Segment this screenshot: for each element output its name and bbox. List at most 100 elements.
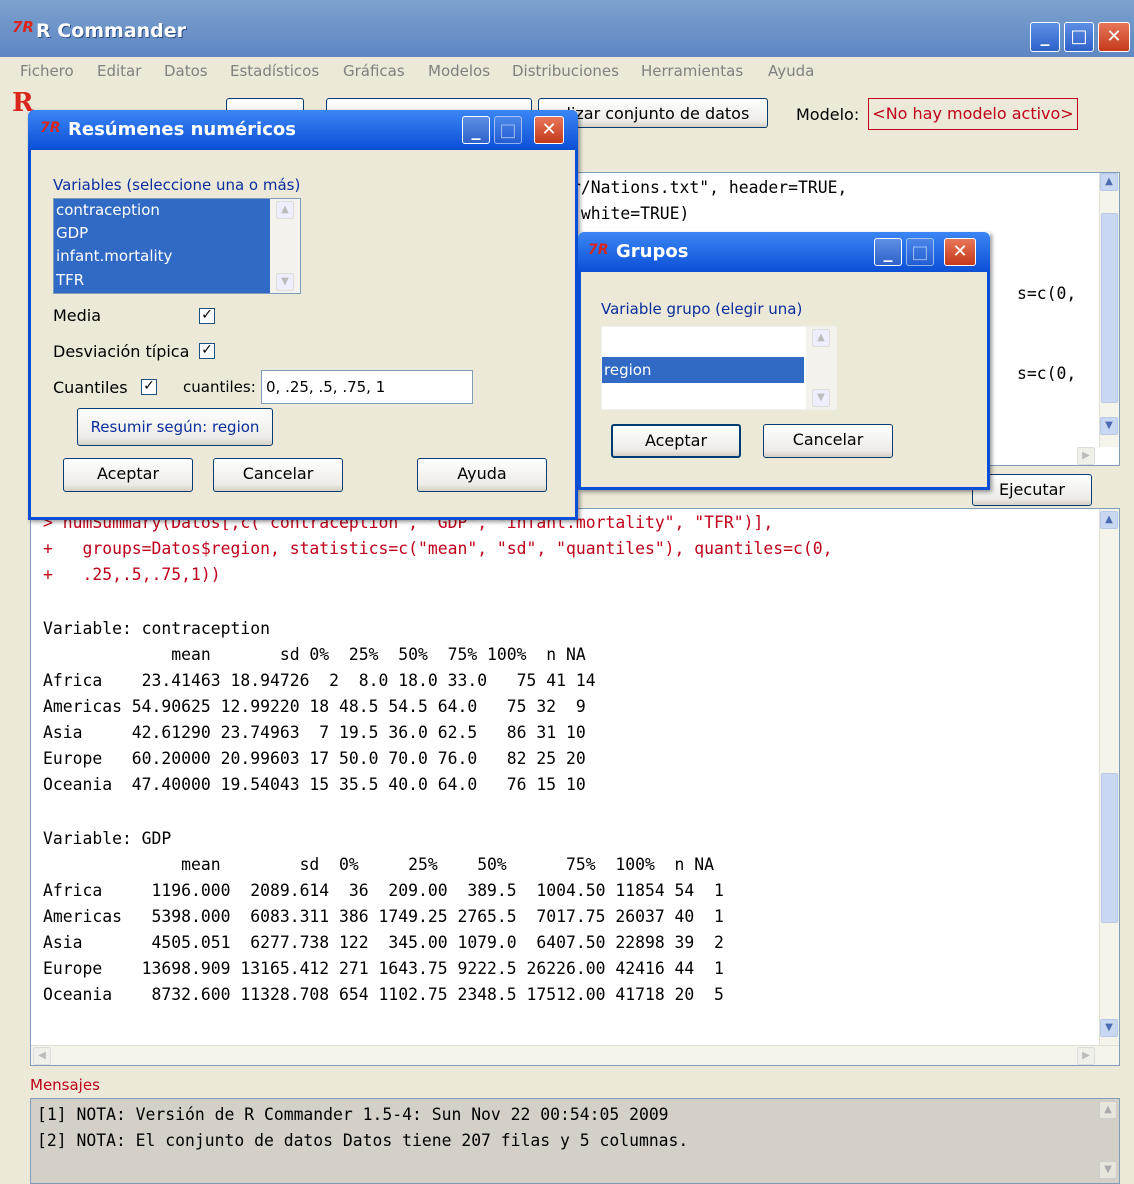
table-row: Asia 42.61290 23.74963 7 19.5 36.0 62.5 … (43, 723, 586, 742)
script-line-2: .white=TRUE) (571, 204, 690, 223)
scroll-down-icon[interactable]: ▼ (812, 389, 830, 407)
list-item[interactable]: TFR (54, 268, 270, 293)
variables-label: Variables (seleccione una o más) (53, 176, 301, 194)
close-button[interactable]: ✕ (1098, 22, 1130, 52)
sd-checkbox[interactable]: ✓ (199, 343, 215, 359)
quantiles-checkbox[interactable]: ✓ (141, 379, 157, 395)
output-window[interactable]: > numSummary(Datos[,c("contraception", "… (30, 508, 1120, 1066)
script-line-4: s=c(0, (1017, 364, 1077, 383)
summarize-by-group-button[interactable]: Resumir según: region (77, 408, 273, 446)
script-line-3: s=c(0, (1017, 284, 1077, 303)
output-scrollbar[interactable]: ▲ ▼ (1099, 509, 1119, 1045)
table-row: Africa 1196.000 2089.614 36 209.00 389.5… (43, 881, 724, 900)
variables-listbox[interactable]: contraception GDP infant.mortality TFR ▲… (53, 198, 301, 294)
variables-scrollbar[interactable]: ▲ ▼ (270, 199, 300, 293)
group-scrollbar[interactable]: ▲ ▼ (806, 327, 836, 409)
r-logo-icon: 7R (12, 18, 34, 36)
scroll-left-icon[interactable]: ◀ (33, 1047, 51, 1065)
maximize-button[interactable]: □ (906, 238, 934, 266)
table-row: Oceania 47.40000 19.54043 15 35.5 40.0 6… (43, 775, 586, 794)
table-row: Asia 4505.051 6277.738 122 345.00 1079.0… (43, 933, 724, 952)
output-heading-gdp: Variable: GDP (43, 829, 172, 848)
group-variable-label: Variable grupo (elegir una) (601, 300, 803, 318)
maximize-button[interactable]: □ (494, 116, 522, 144)
ok-button[interactable]: Aceptar (63, 458, 193, 492)
scroll-up-icon[interactable]: ▲ (1100, 173, 1118, 191)
menu-editar[interactable]: Editar (97, 62, 141, 80)
quantiles-label: Cuantiles (53, 378, 128, 397)
scroll-up-icon[interactable]: ▲ (276, 201, 294, 219)
numeric-summaries-dialog: 7R Resúmenes numéricos _ □ ✕ Variables (… (28, 110, 578, 520)
output-hscrollbar[interactable]: ◀ ▶ (31, 1045, 1119, 1065)
window-title: R Commander (36, 20, 187, 42)
command-line-3: + .25,.5,.75,1)) (43, 565, 221, 584)
output-heading-contraception: Variable: contraception (43, 619, 270, 638)
scroll-down-icon[interactable]: ▼ (1100, 417, 1118, 435)
table-row: Europe 60.20000 20.99603 17 50.0 70.0 76… (43, 749, 586, 768)
maximize-button[interactable]: □ (1064, 22, 1094, 52)
scroll-right-icon[interactable]: ▶ (1077, 1047, 1095, 1065)
list-item[interactable]: infant.mortality (54, 245, 270, 268)
mean-label: Media (53, 306, 102, 325)
scroll-up-icon[interactable]: ▲ (1099, 1101, 1117, 1119)
script-scroll-thumb[interactable] (1101, 213, 1118, 403)
groups-dialog-title: Grupos (616, 241, 689, 262)
list-item[interactable]: contraception (54, 199, 270, 222)
sd-label: Desviación típica (53, 342, 190, 361)
minimize-button[interactable]: _ (874, 238, 902, 266)
active-model-field[interactable]: <No hay modelo activo> (868, 98, 1078, 130)
table-row: Americas 54.90625 12.99220 18 48.5 54.5 … (43, 697, 586, 716)
menu-herramientas[interactable]: Herramientas (641, 62, 743, 80)
close-button[interactable]: ✕ (944, 238, 976, 266)
messages-label: Mensajes (30, 1076, 100, 1094)
output-scroll-thumb[interactable] (1101, 773, 1118, 923)
menu-ayuda[interactable]: Ayuda (768, 62, 814, 80)
ok-button[interactable]: Aceptar (611, 424, 741, 458)
menu-graficas[interactable]: Gráficas (343, 62, 405, 80)
quantiles-input[interactable]: 0, .25, .5, .75, 1 (261, 370, 473, 404)
table-row: Americas 5398.000 6083.311 386 1749.25 2… (43, 907, 724, 926)
menu-distribuciones[interactable]: Distribuciones (512, 62, 619, 80)
scroll-down-icon[interactable]: ▼ (1100, 1019, 1118, 1037)
scroll-right-icon[interactable]: ▶ (1077, 447, 1095, 465)
mean-checkbox[interactable]: ✓ (199, 308, 215, 324)
run-button[interactable]: Ejecutar (972, 474, 1092, 506)
menu-bar: Fichero Editar Datos Estadísticos Gráfic… (0, 57, 1134, 85)
message-line: [1] NOTA: Versión de R Commander 1.5-4: … (37, 1105, 669, 1124)
list-item[interactable]: region (602, 357, 804, 383)
help-button[interactable]: Ayuda (417, 458, 547, 492)
scroll-up-icon[interactable]: ▲ (1100, 511, 1118, 529)
table-row: Europe 13698.909 13165.412 271 1643.75 9… (43, 959, 724, 978)
close-button[interactable]: ✕ (534, 116, 564, 144)
group-variable-listbox[interactable]: region ▲ ▼ (601, 326, 837, 410)
message-line: [2] NOTA: El conjunto de datos Datos tie… (37, 1131, 689, 1150)
script-line-1: r/Nations.txt", header=TRUE, (571, 178, 848, 197)
scroll-down-icon[interactable]: ▼ (1099, 1161, 1117, 1179)
menu-modelos[interactable]: Modelos (428, 62, 490, 80)
groups-dialog-body: Variable grupo (elegir una) region ▲ ▼ A… (578, 272, 990, 490)
table-row: Oceania 8732.600 11328.708 654 1102.75 2… (43, 985, 724, 1004)
menu-estadisticos[interactable]: Estadísticos (230, 62, 319, 80)
script-scrollbar[interactable]: ▲ ▼ (1099, 173, 1119, 447)
main-title-bar: 7R R Commander _ □ ✕ (0, 0, 1134, 57)
summary-dialog-body: Variables (seleccione una o más) contrac… (28, 150, 578, 520)
groups-dialog: 7R Grupos _ □ ✕ Variable grupo (elegir u… (578, 232, 990, 490)
table-row: Africa 23.41463 18.94726 2 8.0 18.0 33.0… (43, 671, 596, 690)
r-logo-icon: 7R (40, 120, 61, 136)
scroll-up-icon[interactable]: ▲ (812, 329, 830, 347)
model-label: Modelo: (796, 105, 860, 124)
table-header: mean sd 0% 25% 50% 75% 100% n NA (43, 855, 715, 874)
table-header: mean sd 0% 25% 50% 75% 100% n NA (43, 645, 586, 664)
list-item[interactable]: GDP (54, 222, 270, 245)
messages-window[interactable]: [1] NOTA: Versión de R Commander 1.5-4: … (30, 1098, 1120, 1184)
cancel-button[interactable]: Cancelar (763, 424, 893, 458)
cancel-button[interactable]: Cancelar (213, 458, 343, 492)
summary-dialog-title-bar: 7R Resúmenes numéricos _ □ ✕ (28, 110, 578, 150)
minimize-button[interactable]: _ (462, 116, 490, 144)
scroll-down-icon[interactable]: ▼ (276, 273, 294, 291)
minimize-button[interactable]: _ (1030, 22, 1060, 52)
quantiles-field-label: cuantiles: (183, 378, 256, 396)
command-line-2: + groups=Datos$region, statistics=c("mea… (43, 539, 833, 558)
menu-datos[interactable]: Datos (164, 62, 208, 80)
menu-fichero[interactable]: Fichero (20, 62, 74, 80)
